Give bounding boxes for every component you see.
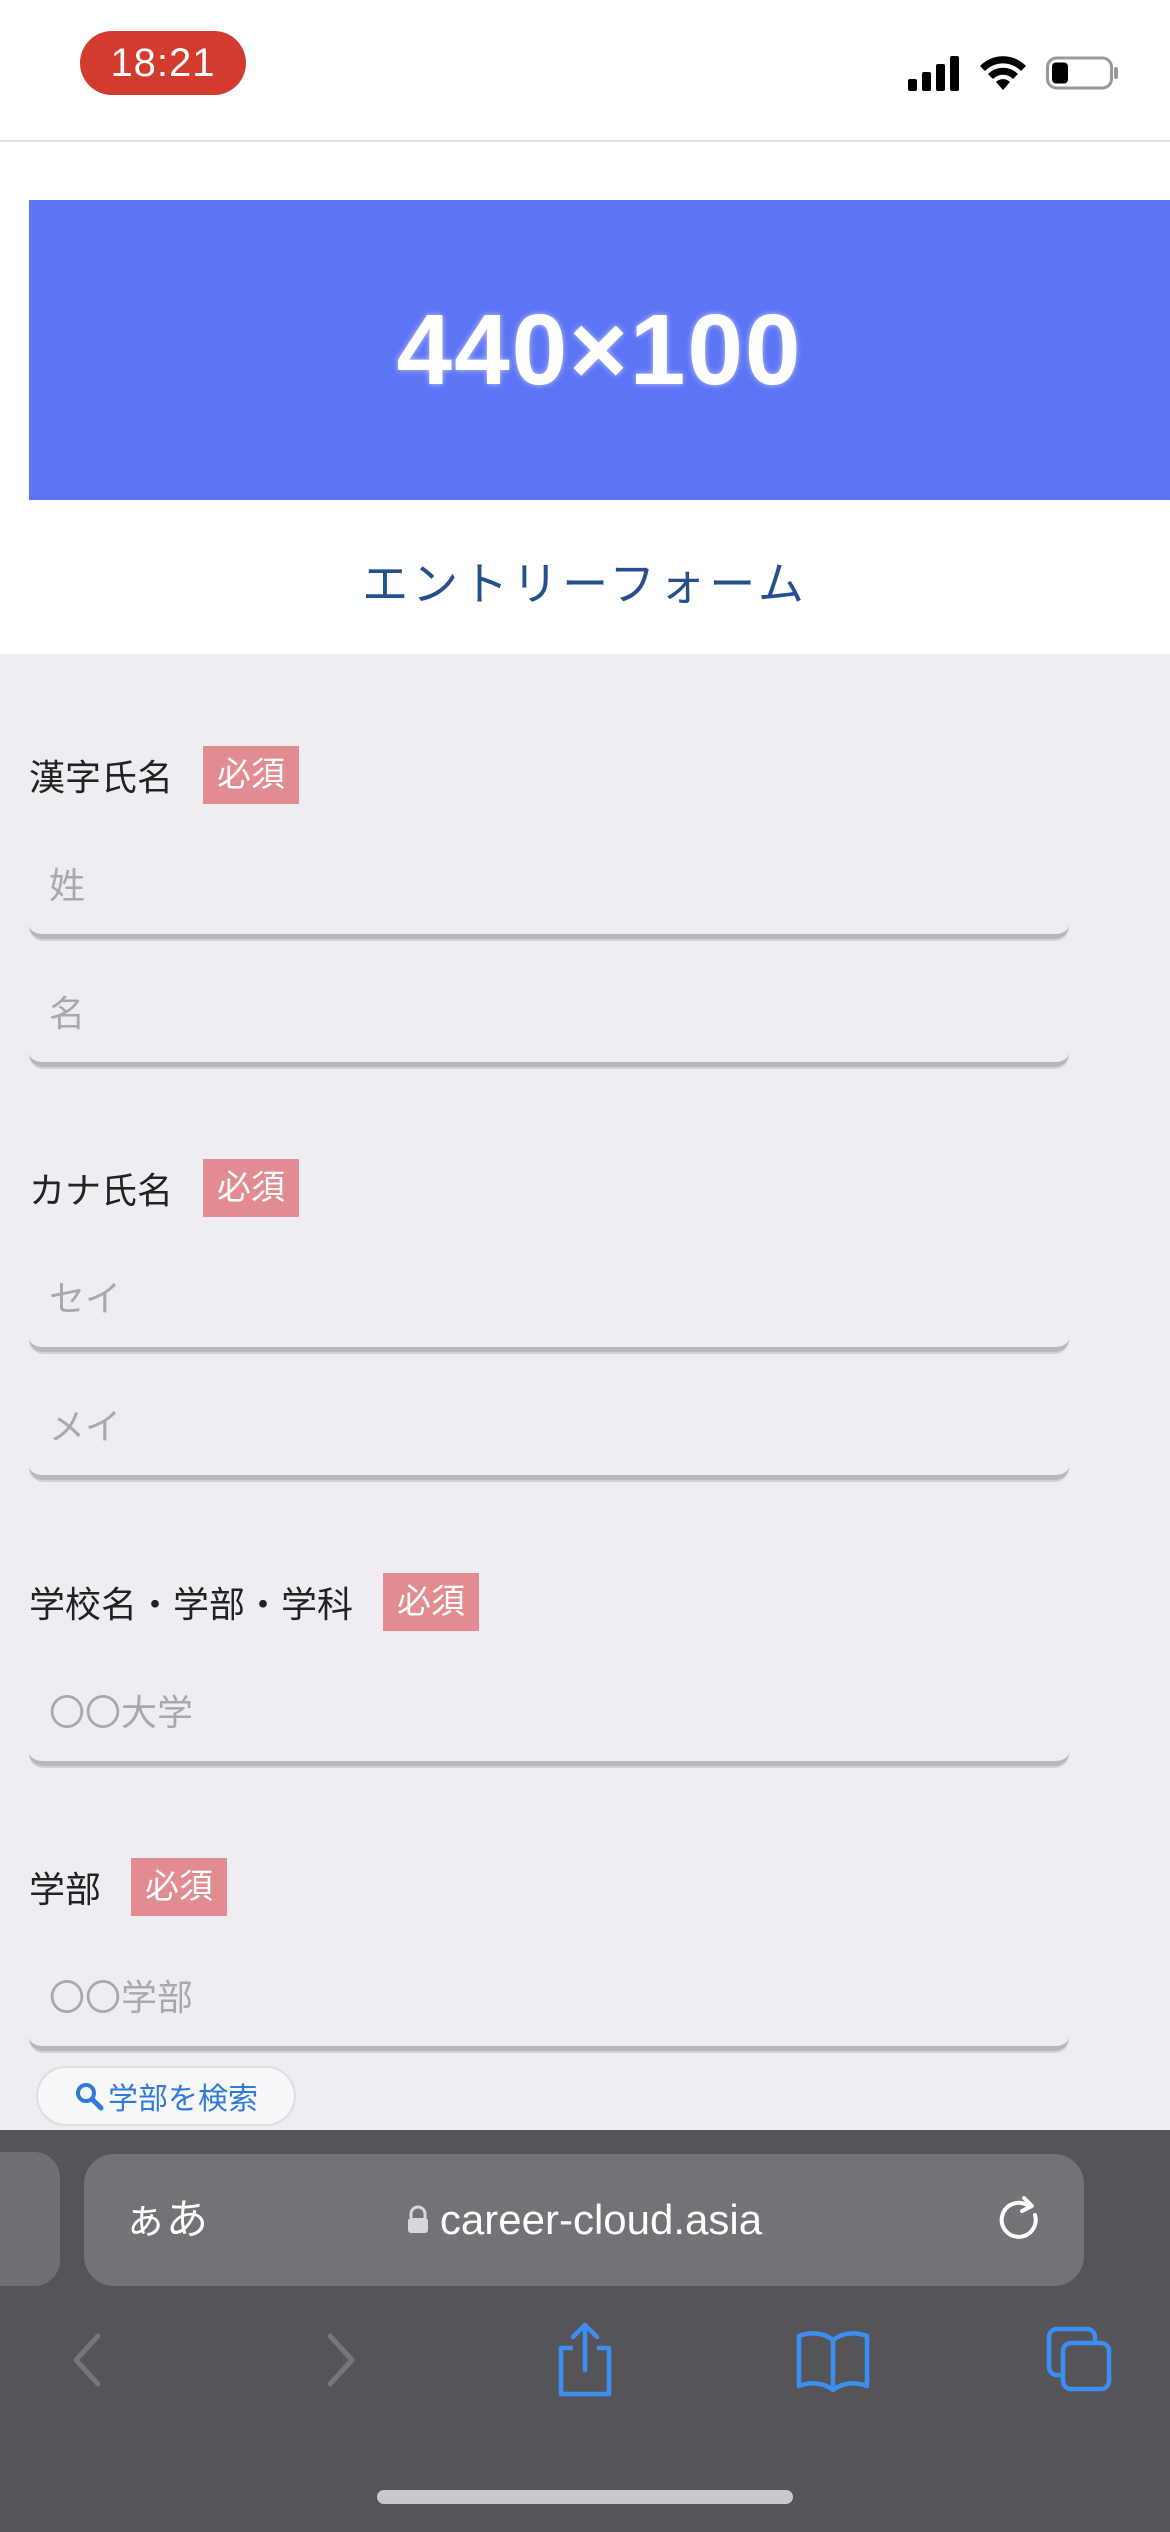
last-name-kana-input[interactable] bbox=[29, 1251, 1069, 1347]
label-kana-name: カナ氏名 必須 bbox=[29, 1159, 300, 1217]
required-badge: 必須 bbox=[131, 1858, 228, 1916]
first-name-field-wrapper bbox=[29, 966, 1069, 1067]
tabs-icon bbox=[1046, 2326, 1112, 2392]
status-icons bbox=[908, 48, 1120, 98]
label-faculty: 学部 必須 bbox=[29, 1858, 228, 1916]
share-button[interactable] bbox=[545, 2320, 625, 2400]
reload-icon[interactable] bbox=[994, 2194, 1046, 2246]
chevron-left-icon bbox=[73, 2333, 101, 2387]
required-badge: 必須 bbox=[383, 1573, 480, 1631]
label-text: 漢字氏名 bbox=[29, 758, 174, 799]
battery-icon bbox=[1046, 56, 1118, 90]
signal-icon bbox=[908, 56, 959, 91]
chevron-right-icon bbox=[327, 2333, 355, 2387]
wifi-icon bbox=[980, 56, 1026, 90]
last-name-kana-field-wrapper bbox=[29, 1251, 1069, 1352]
status-time: 18:21 bbox=[80, 31, 246, 95]
school-field-wrapper bbox=[29, 1665, 1069, 1766]
search-icon bbox=[76, 2083, 104, 2111]
url-display[interactable]: career-cloud.asia bbox=[84, 2154, 1084, 2286]
required-badge: 必須 bbox=[203, 746, 300, 804]
first-name-input[interactable] bbox=[29, 966, 1069, 1062]
address-bar[interactable]: ぁあ career-cloud.asia bbox=[84, 2154, 1084, 2286]
previous-tab-preview[interactable] bbox=[0, 2152, 60, 2286]
label-text: 学校名・学部・学科 bbox=[29, 1585, 354, 1626]
search-faculty-label: 学部を検索 bbox=[108, 2082, 258, 2117]
last-name-field-wrapper bbox=[29, 838, 1069, 939]
lock-icon bbox=[407, 2205, 428, 2233]
label-text: 学部 bbox=[29, 1870, 102, 1911]
first-name-kana-input[interactable] bbox=[29, 1379, 1069, 1475]
required-badge: 必須 bbox=[203, 1159, 300, 1217]
status-bar: 18:21 bbox=[0, 0, 1170, 142]
label-text: カナ氏名 bbox=[29, 1171, 174, 1212]
home-indicator[interactable] bbox=[377, 2490, 793, 2504]
bookmarks-button[interactable] bbox=[793, 2320, 873, 2400]
label-kanji-name: 漢字氏名 必須 bbox=[29, 746, 300, 804]
share-icon bbox=[558, 2322, 612, 2397]
browser-toolbar bbox=[0, 2320, 1170, 2400]
back-button[interactable] bbox=[48, 2320, 128, 2400]
label-school-name: 学校名・学部・学科 必須 bbox=[29, 1573, 480, 1631]
faculty-field-wrapper bbox=[29, 1950, 1069, 2051]
url-text: career-cloud.asia bbox=[439, 2196, 763, 2243]
forward-button[interactable] bbox=[300, 2320, 380, 2400]
page-title: エントリーフォーム bbox=[362, 557, 808, 611]
book-icon bbox=[796, 2331, 870, 2392]
banner-text: 440×100 bbox=[396, 294, 803, 406]
tabs-button[interactable] bbox=[1040, 2320, 1120, 2400]
faculty-input[interactable] bbox=[29, 1950, 1069, 2046]
banner-placeholder-image: 440×100 bbox=[29, 200, 1170, 500]
search-faculty-button[interactable]: 学部を検索 bbox=[36, 2066, 296, 2126]
school-name-input[interactable] bbox=[29, 1665, 1069, 1761]
last-name-input[interactable] bbox=[29, 838, 1069, 934]
first-name-kana-field-wrapper bbox=[29, 1379, 1069, 1480]
